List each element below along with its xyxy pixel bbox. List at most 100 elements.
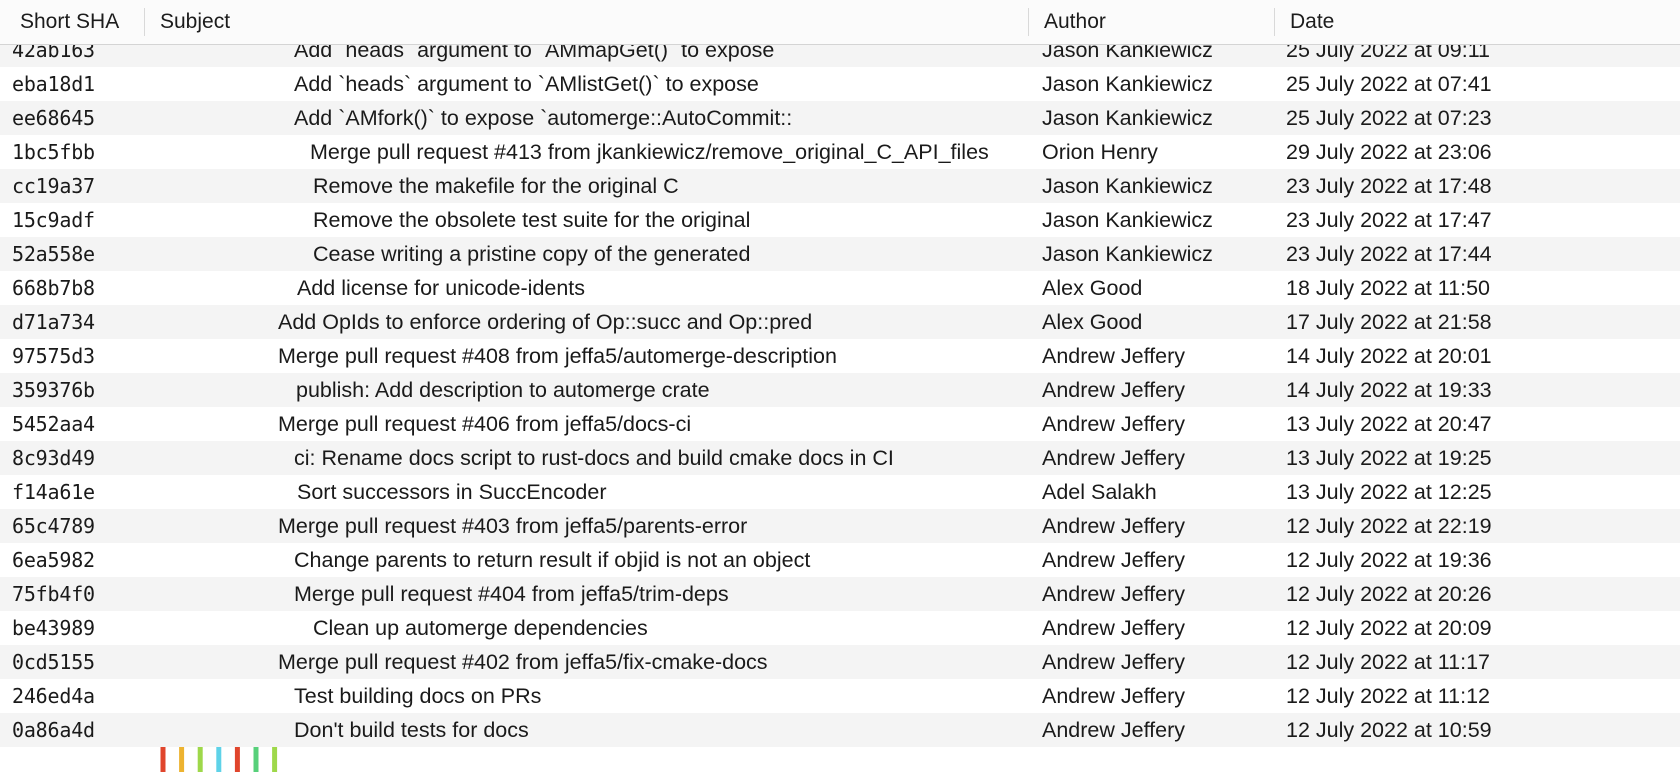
cell-date: 13 July 2022 at 12:25 [1286,475,1676,509]
table-row[interactable]: 668b7b8Add license for unicode-identsAle… [0,271,1680,305]
cell-date: 13 July 2022 at 19:25 [1286,441,1676,475]
column-header-date[interactable]: Date [1278,0,1334,44]
cell-short-sha: 52a558e [12,237,152,271]
header-divider [144,8,145,36]
cell-date: 12 July 2022 at 20:09 [1286,611,1676,645]
cell-short-sha: be43989 [12,611,152,645]
table-row[interactable]: f14a61e Sort successors in SuccEncoder Ade… [0,475,1680,509]
table-row[interactable]: 52a558e Cease writing a pristine copy of … [0,237,1680,271]
table-header: Short SHA Subject Author Date [0,0,1680,45]
cell-date: 23 July 2022 at 17:47 [1286,203,1676,237]
header-divider [1028,8,1029,36]
cell-date: 12 July 2022 at 10:59 [1286,713,1676,747]
cell-author: Andrew Jeffery [1042,441,1282,475]
cell-subject: Clean up automerge dependencies [313,611,1028,645]
table-row[interactable]: cc19a37Remove the makefile for the origi… [0,169,1680,203]
table-row[interactable]: 1bc5fbb Merge pull request #413 from jkan… [0,135,1680,169]
cell-subject: ci: Rename docs script to rust-docs and … [294,441,1028,475]
cell-subject: Merge pull request #403 from jeffa5/pare… [278,509,1028,543]
cell-author: Jason Kankiewicz [1042,101,1282,135]
column-header-subject[interactable]: Subject [148,0,230,44]
cell-date: 12 July 2022 at 19:36 [1286,543,1676,577]
cell-date: 12 July 2022 at 11:17 [1286,645,1676,679]
cell-date: 29 July 2022 at 23:06 [1286,135,1676,169]
column-header-author[interactable]: Author [1032,0,1106,44]
cell-author: Andrew Jeffery [1042,407,1282,441]
cell-subject: Merge pull request #402 from jeffa5/fix-… [278,645,1028,679]
table-row[interactable]: 5452aa4 Merge pull request #406 from jeff… [0,407,1680,441]
cell-author: Jason Kankiewicz [1042,169,1282,203]
cell-date: 18 July 2022 at 11:50 [1286,271,1676,305]
table-row[interactable]: eba18d1 Add `heads` argument to `AMlistGe… [0,67,1680,101]
cell-short-sha: 15c9adf [12,203,152,237]
cell-subject: Merge pull request #406 from jeffa5/docs… [278,407,1028,441]
cell-author: Alex Good [1042,305,1282,339]
cell-date: 12 July 2022 at 22:19 [1286,509,1676,543]
cell-subject: Add `heads` argument to `AMlistGet()` to… [294,67,1028,101]
commit-list[interactable]: 42ab163Add `heads` argument to `AMmapGet… [0,45,1680,772]
cell-short-sha: 97575d3 [12,339,152,373]
column-header-short-sha[interactable]: Short SHA [8,0,119,44]
header-divider [1274,8,1275,36]
table-row[interactable]: 42ab163Add `heads` argument to `AMmapGet… [0,45,1680,67]
cell-subject: Add `AMfork()` to expose `automerge::Aut… [294,101,1028,135]
cell-subject: Merge pull request #408 from jeffa5/auto… [278,339,1028,373]
cell-date: 12 July 2022 at 20:26 [1286,577,1676,611]
cell-subject: Add license for unicode-idents [297,271,1028,305]
table-row[interactable]: 359376bpublish: Add description to autom… [0,373,1680,407]
cell-short-sha: f14a61e [12,475,152,509]
table-row[interactable]: 8c93d49ci: Rename docs script to rust-do… [0,441,1680,475]
cell-date: 14 July 2022 at 20:01 [1286,339,1676,373]
cell-date: 23 July 2022 at 17:44 [1286,237,1676,271]
cell-subject: publish: Add description to automerge cr… [296,373,1028,407]
cell-short-sha: 65c4789 [12,509,152,543]
cell-date: 12 July 2022 at 11:12 [1286,679,1676,713]
cell-author: Adel Salakh [1042,475,1282,509]
cell-subject: Test building docs on PRs [294,679,1028,713]
table-row[interactable]: 65c4789 Merge pull request #403 from jeff… [0,509,1680,543]
cell-author: Jason Kankiewicz [1042,45,1282,67]
cell-date: 13 July 2022 at 20:47 [1286,407,1676,441]
cell-author: Alex Good [1042,271,1282,305]
table-row[interactable]: ee68645Add `AMfork()` to expose `automer… [0,101,1680,135]
cell-short-sha: 42ab163 [12,45,152,67]
table-row[interactable]: 6ea5982 Change parents to return result i… [0,543,1680,577]
cell-subject: Change parents to return result if objid… [294,543,1028,577]
cell-subject: Cease writing a pristine copy of the gen… [313,237,1028,271]
table-row[interactable]: be43989Clean up automerge dependenciesAn… [0,611,1680,645]
cell-short-sha: 246ed4a [12,679,152,713]
cell-author: Andrew Jeffery [1042,713,1282,747]
table-row[interactable]: 15c9adf Remove the obsolete test suite fo… [0,203,1680,237]
cell-author: Andrew Jeffery [1042,645,1282,679]
table-row[interactable]: 75fb4f0 Merge pull request #404 from jeff… [0,577,1680,611]
table-row[interactable]: 97575d3 Merge pull request #408 from jeff… [0,339,1680,373]
cell-subject: Add OpIds to enforce ordering of Op::suc… [278,305,1028,339]
cell-subject: Remove the makefile for the original C [313,169,1028,203]
cell-author: Andrew Jeffery [1042,373,1282,407]
cell-author: Jason Kankiewicz [1042,67,1282,101]
cell-author: Andrew Jeffery [1042,339,1282,373]
cell-short-sha: 6ea5982 [12,543,152,577]
cell-author: Andrew Jeffery [1042,577,1282,611]
commit-history-window: Short SHA Subject Author Date 42ab163Add… [0,0,1680,772]
cell-subject: Merge pull request #413 from jkankiewicz… [310,135,1028,169]
cell-short-sha: 75fb4f0 [12,577,152,611]
cell-subject: Remove the obsolete test suite for the o… [313,203,1028,237]
cell-short-sha: 1bc5fbb [12,135,152,169]
table-row[interactable]: d71a734Add OpIds to enforce ordering of … [0,305,1680,339]
cell-author: Andrew Jeffery [1042,543,1282,577]
cell-author: Jason Kankiewicz [1042,237,1282,271]
table-row[interactable]: 0a86a4dDon't build tests for docsAndrew … [0,713,1680,747]
cell-author: Andrew Jeffery [1042,509,1282,543]
table-row[interactable]: 246ed4a Test building docs on PRs Andrew J… [0,679,1680,713]
table-row[interactable]: 0cd5155Merge pull request #402 from jeff… [0,645,1680,679]
cell-short-sha: 5452aa4 [12,407,152,441]
cell-short-sha: eba18d1 [12,67,152,101]
cell-author: Orion Henry [1042,135,1282,169]
cell-date: 25 July 2022 at 09:11 [1286,45,1676,67]
cell-subject: Merge pull request #404 from jeffa5/trim… [294,577,1028,611]
cell-author: Jason Kankiewicz [1042,203,1282,237]
cell-subject: Sort successors in SuccEncoder [297,475,1028,509]
cell-author: Andrew Jeffery [1042,679,1282,713]
cell-date: 25 July 2022 at 07:41 [1286,67,1676,101]
